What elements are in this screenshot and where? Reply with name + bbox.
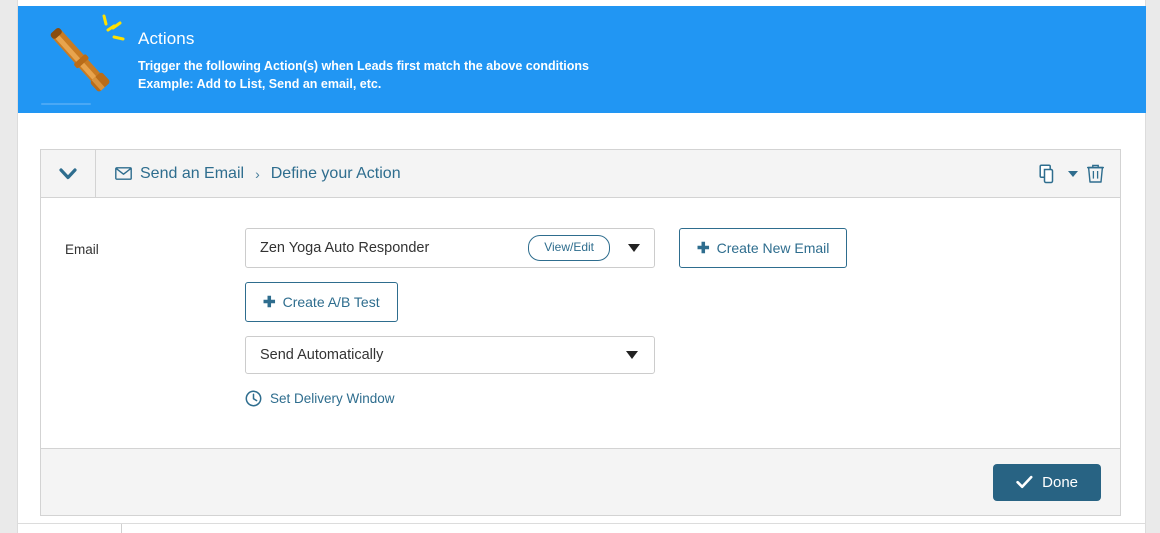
action-card-footer: Done: [41, 448, 1120, 515]
actions-banner: Actions Trigger the following Action(s) …: [18, 6, 1146, 113]
email-select-caret-icon[interactable]: [628, 244, 640, 252]
action-card-body: Email Zen Yoga Auto Responder View/Edit …: [41, 198, 1120, 448]
breadcrumb-parent-label: Send an Email: [140, 165, 244, 183]
check-icon: [1016, 475, 1033, 489]
email-field-label: Email: [41, 228, 245, 257]
copy-dropdown-caret-icon[interactable]: [1068, 171, 1078, 177]
page-frame: Actions Trigger the following Action(s) …: [0, 0, 1160, 533]
send-timing-select[interactable]: Send Automatically: [245, 336, 655, 374]
email-field-controls: Zen Yoga Auto Responder View/Edit ✚ Crea…: [245, 228, 1120, 412]
action-card: Send an Email › Define your Action: [40, 149, 1121, 516]
envelope-icon: [115, 167, 132, 180]
breadcrumb-separator: ›: [255, 166, 260, 182]
below-card-column-divider: [121, 524, 122, 533]
plus-icon: ✚: [263, 295, 276, 310]
clock-icon: [245, 390, 262, 407]
collapse-toggle[interactable]: [41, 150, 96, 197]
copy-pages-icon[interactable]: [1039, 164, 1059, 184]
magic-wand-icon: [34, 14, 130, 109]
below-card-divider: [18, 523, 1146, 524]
left-gutter: [0, 0, 18, 533]
action-card-header: Send an Email › Define your Action: [41, 150, 1120, 198]
create-ab-test-label: Create A/B Test: [283, 294, 380, 310]
banner-subtitle-line1: Trigger the following Action(s) when Lea…: [138, 57, 589, 75]
done-label: Done: [1042, 474, 1078, 491]
breadcrumb-send-an-email[interactable]: Send an Email: [115, 165, 244, 183]
email-selected-value: Zen Yoga Auto Responder: [260, 240, 528, 256]
plus-icon: ✚: [697, 241, 710, 256]
create-new-email-label: Create New Email: [717, 240, 830, 256]
breadcrumb-current-label: Define your Action: [271, 165, 401, 183]
send-timing-caret-icon: [626, 351, 638, 359]
banner-text-block: Actions Trigger the following Action(s) …: [138, 30, 589, 93]
ab-test-row: ✚ Create A/B Test: [245, 282, 1120, 322]
breadcrumb: Send an Email › Define your Action: [96, 150, 1039, 197]
chevron-down-icon: [58, 167, 78, 181]
create-ab-test-button[interactable]: ✚ Create A/B Test: [245, 282, 398, 322]
action-card-tools: [1039, 150, 1120, 197]
send-timing-value: Send Automatically: [260, 347, 383, 363]
set-delivery-window-link[interactable]: Set Delivery Window: [245, 390, 395, 407]
done-button[interactable]: Done: [993, 464, 1101, 501]
right-gutter: [1145, 0, 1160, 533]
banner-subtitle-line2: Example: Add to List, Send an email, etc…: [138, 75, 589, 93]
email-field-row: Email Zen Yoga Auto Responder View/Edit …: [41, 228, 1120, 412]
email-select[interactable]: Zen Yoga Auto Responder View/Edit: [245, 228, 655, 268]
view-edit-button[interactable]: View/Edit: [528, 235, 610, 261]
set-delivery-window-label: Set Delivery Window: [270, 391, 395, 406]
trash-icon[interactable]: [1087, 164, 1104, 183]
create-new-email-button[interactable]: ✚ Create New Email: [679, 228, 847, 268]
email-select-row: Zen Yoga Auto Responder View/Edit ✚ Crea…: [245, 228, 1120, 268]
page-title: Actions: [138, 30, 589, 47]
